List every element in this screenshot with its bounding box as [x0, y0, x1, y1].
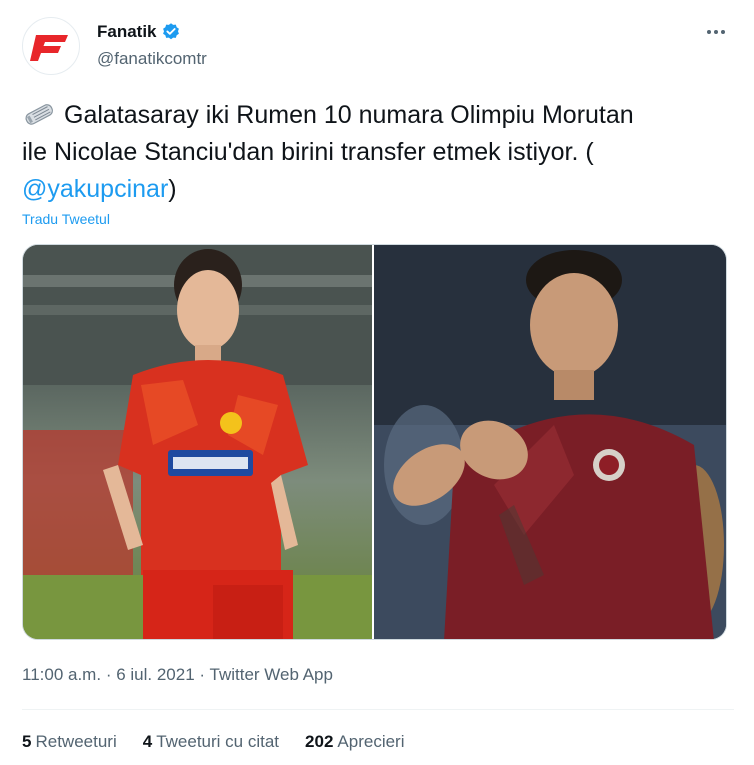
author-name-text[interactable]: Fanatik [97, 22, 157, 42]
tweet-text-line-3-end: ) [168, 175, 177, 203]
meta-separator-2: · [199, 665, 206, 684]
quote-tweets-label: Tweeturi cu citat [156, 732, 280, 751]
photo-player-left[interactable] [23, 245, 372, 639]
media-grid [22, 244, 727, 640]
tweet-line-3: @yakupcinar) [22, 171, 734, 208]
likes-count: 202 [305, 732, 334, 751]
tweet-time[interactable]: 11:00 a.m. [22, 665, 101, 684]
verified-badge-icon [162, 23, 179, 40]
tweet-text-line-2: ile Nicolae Stanciu'dan birini transfer … [22, 138, 594, 166]
more-dots-icon [707, 30, 725, 34]
divider [22, 709, 734, 710]
fanatik-logo-icon [30, 35, 68, 61]
author-name[interactable]: Fanatik [97, 22, 181, 42]
tweet-line-1: Galatasaray iki Rumen 10 numara Olimpiu … [22, 97, 734, 134]
newspaper-icon [25, 104, 54, 125]
tweet-card: Fanatik @fanatikcomtr Galatasaray iki Ru… [0, 0, 754, 765]
translate-tweet-link[interactable]: Tradu Tweetul [22, 211, 110, 227]
likes-label: Aprecieri [337, 732, 405, 751]
quote-tweets-count: 4 [142, 732, 153, 751]
player-right-image [374, 245, 726, 639]
tweet-stats: 5 Retweeturi 4 Tweeturi cu citat 202 Apreci… [22, 732, 405, 752]
more-options-button[interactable] [704, 22, 728, 42]
tweet-date[interactable]: 6 iul. 2021 [116, 665, 194, 684]
retweets-stat[interactable]: 5 Retweeturi [22, 732, 117, 752]
likes-stat[interactable]: 202 Aprecieri [305, 732, 404, 752]
player-left-image [23, 245, 372, 639]
retweets-count: 5 [22, 732, 32, 751]
mention-link[interactable]: @yakupcinar [22, 175, 168, 203]
photo-player-right[interactable] [374, 245, 726, 639]
retweets-label: Retweeturi [35, 732, 117, 751]
source-app-link[interactable]: Twitter Web App [210, 665, 333, 684]
tweet-meta: 11:00 a.m. · 6 iul. 2021 · Twitter Web A… [22, 665, 333, 685]
meta-separator: · [105, 665, 112, 684]
author-handle[interactable]: @fanatikcomtr [97, 49, 207, 69]
tweet-text: Galatasaray iki Rumen 10 numara Olimpiu … [22, 97, 734, 208]
avatar[interactable] [22, 17, 80, 75]
tweet-text-line-1: Galatasaray iki Rumen 10 numara Olimpiu … [64, 101, 634, 129]
quote-tweets-stat[interactable]: 4 Tweeturi cu citat [143, 732, 279, 752]
